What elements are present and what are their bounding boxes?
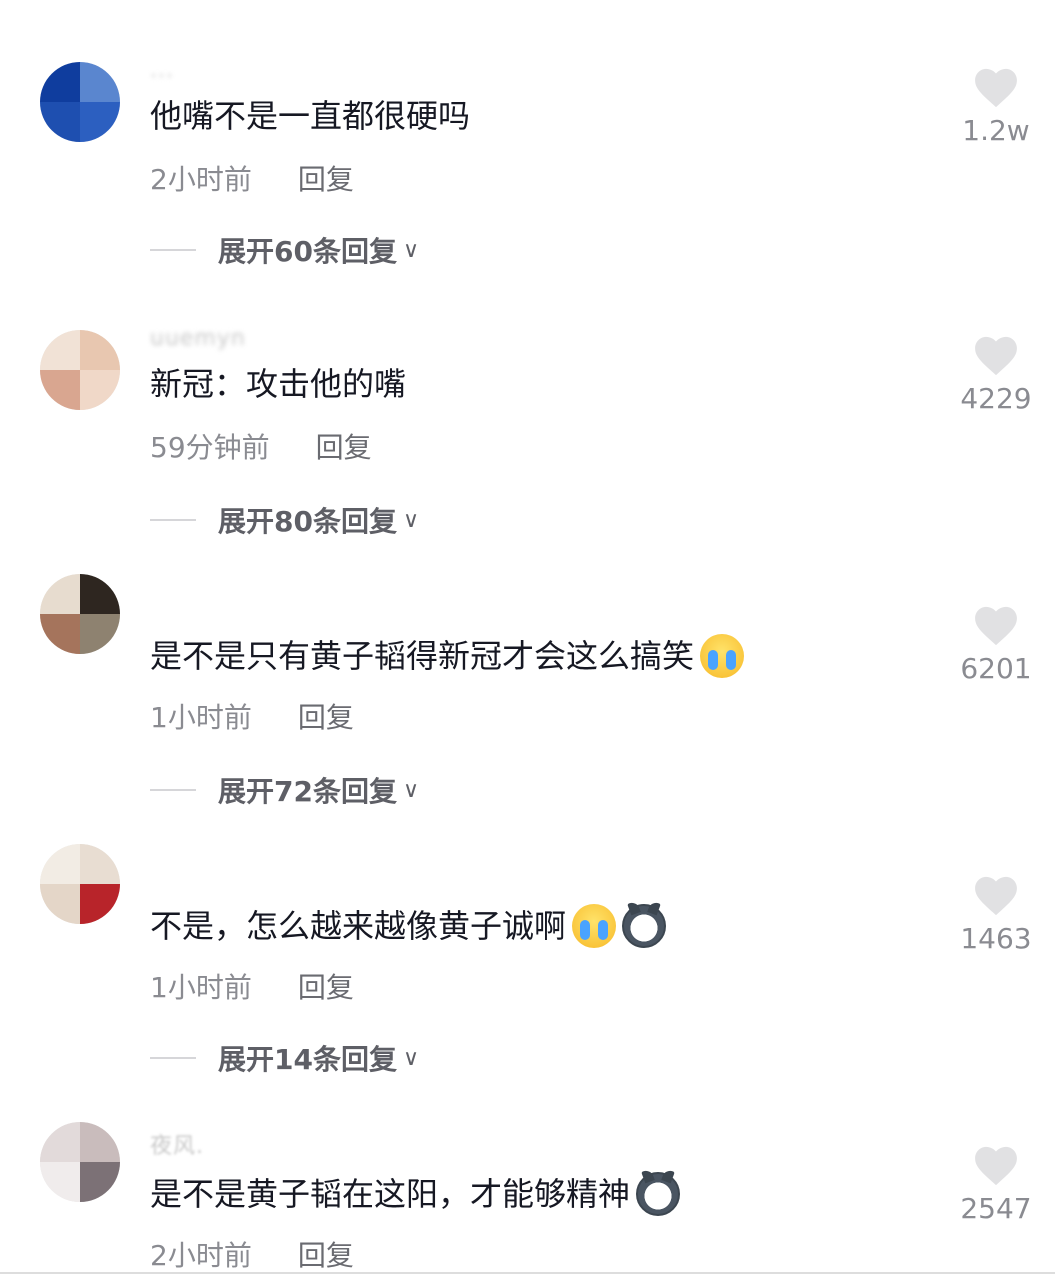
reply-button[interactable]: 回复	[298, 1234, 354, 1274]
like-count: 1463	[960, 922, 1032, 955]
avatar-tile	[40, 574, 80, 614]
avatar[interactable]	[40, 844, 120, 924]
bottom-divider	[0, 1272, 1055, 1274]
avatar-tile	[80, 574, 120, 614]
expand-replies-label: 展开14条回复	[218, 1043, 397, 1076]
avatar-tile	[40, 884, 80, 924]
avatar-tile	[40, 614, 80, 654]
avatar-tile	[40, 102, 80, 142]
reply-button[interactable]: 回复	[298, 158, 354, 198]
avatar[interactable]	[40, 1122, 120, 1202]
comment-text: 是不是只有黄子韬得新冠才会这么搞笑	[150, 634, 745, 678]
expand-replies-label: 展开72条回复	[218, 775, 397, 808]
avatar-tile	[80, 1122, 120, 1162]
comment-meta: 59分钟前 回复	[150, 426, 372, 466]
avatar-tile	[40, 844, 80, 884]
crying-emoji-icon	[700, 634, 745, 678]
divider-line	[150, 789, 196, 791]
husky-emoji-icon	[636, 1172, 681, 1216]
heart-icon	[975, 68, 1017, 108]
comment-time: 1小时前	[150, 971, 252, 1004]
username[interactable]: 夜风.	[150, 1128, 204, 1160]
chevron-down-icon: ∨	[402, 777, 420, 803]
avatar-tile	[40, 1122, 80, 1162]
username[interactable]: uuemyn	[150, 326, 246, 351]
divider-line	[150, 519, 196, 521]
expand-replies-button[interactable]: 展开60条回复 ∨	[150, 230, 419, 270]
expand-replies-button[interactable]: 展开80条回复 ∨	[150, 500, 419, 540]
comment-time: 1小时前	[150, 701, 252, 734]
username[interactable]: ...	[150, 58, 174, 83]
teary-emoji-icon	[572, 904, 617, 948]
expand-replies-label: 展开60条回复	[218, 235, 397, 268]
like-button[interactable]: 2547	[950, 1146, 1042, 1225]
chevron-down-icon: ∨	[402, 507, 420, 533]
avatar-tile	[40, 62, 80, 102]
expand-replies-button[interactable]: 展开72条回复 ∨	[150, 770, 419, 810]
comment-text: 他嘴不是一直都很硬吗	[150, 96, 470, 136]
avatar[interactable]	[40, 330, 120, 410]
reply-button[interactable]: 回复	[316, 426, 372, 466]
avatar-tile	[40, 1162, 80, 1202]
comment-text: 不是，怎么越来越像黄子诚啊	[150, 904, 667, 948]
reply-button[interactable]: 回复	[298, 966, 354, 1006]
comment-meta: 2小时前 回复	[150, 158, 354, 198]
avatar[interactable]	[40, 62, 120, 142]
avatar[interactable]	[40, 574, 120, 654]
heart-icon	[975, 1146, 1017, 1186]
comment-time: 2小时前	[150, 163, 252, 196]
like-button[interactable]: 6201	[950, 606, 1042, 685]
divider-line	[150, 249, 196, 251]
comment-text-body: 他嘴不是一直都很硬吗	[150, 97, 471, 135]
chevron-down-icon: ∨	[402, 1045, 420, 1071]
husky-emoji-icon	[622, 904, 667, 948]
avatar-tile	[80, 102, 120, 142]
like-button[interactable]: 1.2w	[950, 68, 1042, 147]
avatar-tile	[40, 370, 80, 410]
comment-text: 是不是黄子韬在这阳，才能够精神	[150, 1172, 681, 1216]
avatar-tile	[40, 330, 80, 370]
expand-replies-button[interactable]: 展开14条回复 ∨	[150, 1038, 419, 1078]
comment-text-body: 是不是黄子韬在这阳，才能够精神	[150, 1175, 631, 1213]
avatar-tile	[80, 884, 120, 924]
comment-meta: 1小时前 回复	[150, 696, 354, 736]
chevron-down-icon: ∨	[402, 237, 420, 263]
comment-item: 夜风. 是不是黄子韬在这阳，才能够精神 2小时前 回复 2547	[0, 1076, 1055, 1276]
like-count: 2547	[960, 1192, 1032, 1225]
comment-time: 2小时前	[150, 1239, 252, 1272]
comment-item: 是不是只有黄子韬得新冠才会这么搞笑 1小时前 回复 展开72条回复 ∨ 6201	[0, 536, 1055, 808]
like-count: 4229	[960, 382, 1032, 415]
comment-text-body: 是不是只有黄子韬得新冠才会这么搞笑	[150, 637, 695, 675]
heart-icon	[975, 336, 1017, 376]
like-button[interactable]: 4229	[950, 336, 1042, 415]
avatar-tile	[80, 614, 120, 654]
heart-icon	[975, 876, 1017, 916]
comment-item: ... 他嘴不是一直都很硬吗 2小时前 回复 展开60条回复 ∨ 1.2w	[0, 0, 1055, 270]
heart-icon	[975, 606, 1017, 646]
comment-text-body: 新冠：攻击他的嘴	[150, 365, 407, 403]
avatar-tile	[80, 844, 120, 884]
comment-item: 不是，怎么越来越像黄子诚啊 1小时前 回复 展开14条回复 ∨ 1463	[0, 806, 1055, 1076]
comment-time: 59分钟前	[150, 431, 270, 464]
like-count: 6201	[960, 652, 1032, 685]
divider-line	[150, 1057, 196, 1059]
like-count: 1.2w	[962, 114, 1030, 147]
comment-meta: 1小时前 回复	[150, 966, 354, 1006]
expand-replies-label: 展开80条回复	[218, 505, 397, 538]
reply-button[interactable]: 回复	[298, 696, 354, 736]
comment-meta: 2小时前 回复	[150, 1234, 354, 1274]
comment-item: uuemyn 新冠：攻击他的嘴 59分钟前 回复 展开80条回复 ∨ 4229	[0, 268, 1055, 538]
comment-text-body: 不是，怎么越来越像黄子诚啊	[150, 907, 567, 945]
avatar-tile	[80, 330, 120, 370]
like-button[interactable]: 1463	[950, 876, 1042, 955]
comment-text: 新冠：攻击他的嘴	[150, 364, 406, 404]
avatar-tile	[80, 370, 120, 410]
avatar-tile	[80, 1162, 120, 1202]
avatar-tile	[80, 62, 120, 102]
